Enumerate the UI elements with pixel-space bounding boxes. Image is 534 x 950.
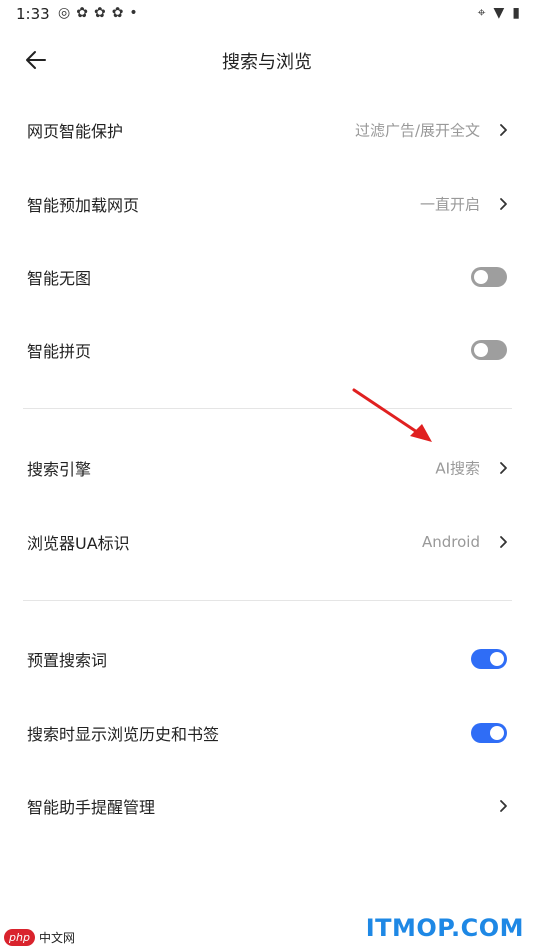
watermark-php: php 中文网 bbox=[4, 929, 75, 946]
setting-search-engine[interactable]: 搜索引擎 AI搜索 bbox=[0, 431, 534, 505]
location-icon: ⌖ bbox=[477, 5, 486, 21]
show-history-toggle[interactable] bbox=[471, 723, 507, 743]
toggle-knob bbox=[474, 270, 488, 284]
setting-preset-words: 预置搜索词 bbox=[0, 622, 534, 696]
toggle-knob bbox=[490, 652, 504, 666]
setting-value: AI搜索 bbox=[435, 459, 480, 478]
setting-label: 搜索时显示浏览历史和书签 bbox=[27, 725, 220, 744]
preset-words-toggle[interactable] bbox=[471, 649, 507, 669]
chevron-right-icon bbox=[500, 800, 507, 812]
setting-value: 一直开启 bbox=[419, 195, 480, 214]
watermark-itmop: ITMOP.COM bbox=[365, 914, 524, 942]
setting-label: 智能无图 bbox=[27, 269, 92, 288]
chevron-right-icon bbox=[500, 462, 507, 474]
page-join-toggle[interactable] bbox=[471, 340, 507, 360]
toggle-knob bbox=[490, 726, 504, 740]
setting-no-image: 智能无图 bbox=[0, 240, 534, 314]
watermark-badge: php bbox=[4, 929, 35, 946]
setting-page-join: 智能拼页 bbox=[0, 313, 534, 387]
toggle-knob bbox=[474, 343, 488, 357]
setting-label: 网页智能保护 bbox=[27, 122, 124, 141]
setting-preload[interactable]: 智能预加载网页 一直开启 bbox=[0, 167, 534, 241]
app-icon: ✿ bbox=[76, 5, 88, 21]
no-image-toggle[interactable] bbox=[471, 267, 507, 287]
setting-value: Android bbox=[422, 533, 480, 551]
watermark-text: 中文网 bbox=[38, 931, 75, 945]
top-bar: 搜索与浏览 bbox=[0, 38, 534, 82]
wifi-icon: ▼ bbox=[493, 5, 505, 21]
chevron-right-icon bbox=[500, 198, 507, 210]
setting-label: 搜索引擎 bbox=[27, 460, 92, 479]
setting-assistant-reminders[interactable]: 智能助手提醒管理 bbox=[0, 769, 534, 843]
setting-label: 智能拼页 bbox=[27, 342, 92, 361]
setting-label: 智能助手提醒管理 bbox=[27, 798, 156, 817]
status-time: 1:33 bbox=[16, 5, 50, 23]
setting-label: 浏览器UA标识 bbox=[27, 534, 130, 553]
section-divider bbox=[23, 408, 512, 409]
chevron-right-icon bbox=[500, 536, 507, 548]
status-right-icons: ⌖ ▼ ▮ bbox=[478, 5, 520, 21]
annotation-arrow bbox=[352, 388, 432, 442]
setting-label: 预置搜索词 bbox=[27, 651, 108, 670]
chevron-right-icon bbox=[500, 124, 507, 136]
setting-ua[interactable]: 浏览器UA标识 Android bbox=[0, 505, 534, 579]
setting-show-history: 搜索时显示浏览历史和书签 bbox=[0, 696, 534, 770]
weibo-icon: ◎ bbox=[58, 5, 71, 21]
app-icon: ✿ bbox=[93, 5, 106, 21]
app-icon: ✿ bbox=[111, 5, 124, 21]
dot-icon: • bbox=[129, 5, 138, 21]
setting-label: 智能预加载网页 bbox=[27, 196, 140, 215]
setting-value: 过滤广告/展开全文 bbox=[354, 121, 480, 140]
battery-icon: ▮ bbox=[512, 5, 520, 21]
setting-web-protection[interactable]: 网页智能保护 过滤广告/展开全文 bbox=[0, 93, 534, 167]
status-bar: 1:33 ◎ ✿ ✿ ✿ • ⌖ ▼ ▮ bbox=[0, 0, 534, 28]
page-title: 搜索与浏览 bbox=[222, 52, 312, 73]
status-left-icons: ◎ ✿ ✿ ✿ • bbox=[58, 5, 138, 21]
section-divider bbox=[23, 600, 512, 601]
